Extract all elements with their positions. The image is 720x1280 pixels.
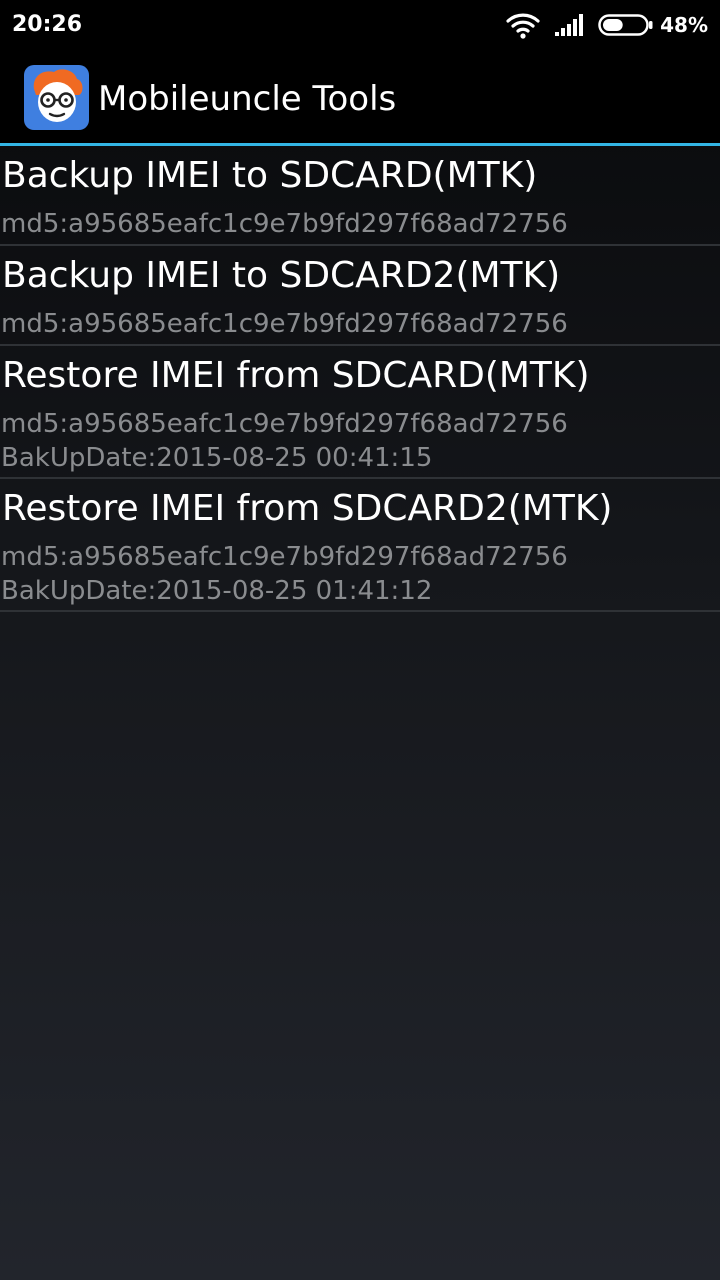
item-title: Restore IMEI from SDCARD(MTK) bbox=[2, 355, 590, 396]
item-md5: md5:a95685eafc1c9e7b9fd297f68ad72756 bbox=[1, 309, 568, 339]
item-title: Restore IMEI from SDCARD2(MTK) bbox=[2, 488, 613, 529]
item-md5: md5:a95685eafc1c9e7b9fd297f68ad72756 bbox=[1, 409, 568, 439]
battery-icon bbox=[598, 14, 653, 36]
status-bar: 20:26 48% bbox=[0, 0, 720, 50]
wifi-icon bbox=[506, 13, 540, 39]
signal-icon bbox=[555, 14, 584, 36]
item-backup-date: BakUpDate:2015-08-25 01:41:12 bbox=[1, 576, 433, 606]
battery-percent: 48% bbox=[660, 13, 708, 37]
list-item-restore-sdcard[interactable]: Restore IMEI from SDCARD(MTK) md5:a95685… bbox=[0, 346, 720, 479]
list-item-backup-sdcard2[interactable]: Backup IMEI to SDCARD2(MTK) md5:a95685ea… bbox=[0, 246, 720, 346]
mobileuncle-logo-icon[interactable] bbox=[24, 65, 89, 130]
item-title: Backup IMEI to SDCARD2(MTK) bbox=[2, 255, 561, 296]
app-title: Mobileuncle Tools bbox=[98, 79, 397, 119]
item-title: Backup IMEI to SDCARD(MTK) bbox=[2, 155, 538, 196]
item-backup-date: BakUpDate:2015-08-25 00:41:15 bbox=[1, 443, 433, 473]
action-bar: Mobileuncle Tools bbox=[0, 50, 720, 143]
item-md5: md5:a95685eafc1c9e7b9fd297f68ad72756 bbox=[1, 542, 568, 572]
list-item-backup-sdcard[interactable]: Backup IMEI to SDCARD(MTK) md5:a95685eaf… bbox=[0, 146, 720, 246]
status-icons: 48% bbox=[506, 10, 708, 40]
list-item-restore-sdcard2[interactable]: Restore IMEI from SDCARD2(MTK) md5:a9568… bbox=[0, 479, 720, 612]
status-time: 20:26 bbox=[12, 12, 83, 37]
item-md5: md5:a95685eafc1c9e7b9fd297f68ad72756 bbox=[1, 209, 568, 239]
imei-options-list: Backup IMEI to SDCARD(MTK) md5:a95685eaf… bbox=[0, 146, 720, 612]
